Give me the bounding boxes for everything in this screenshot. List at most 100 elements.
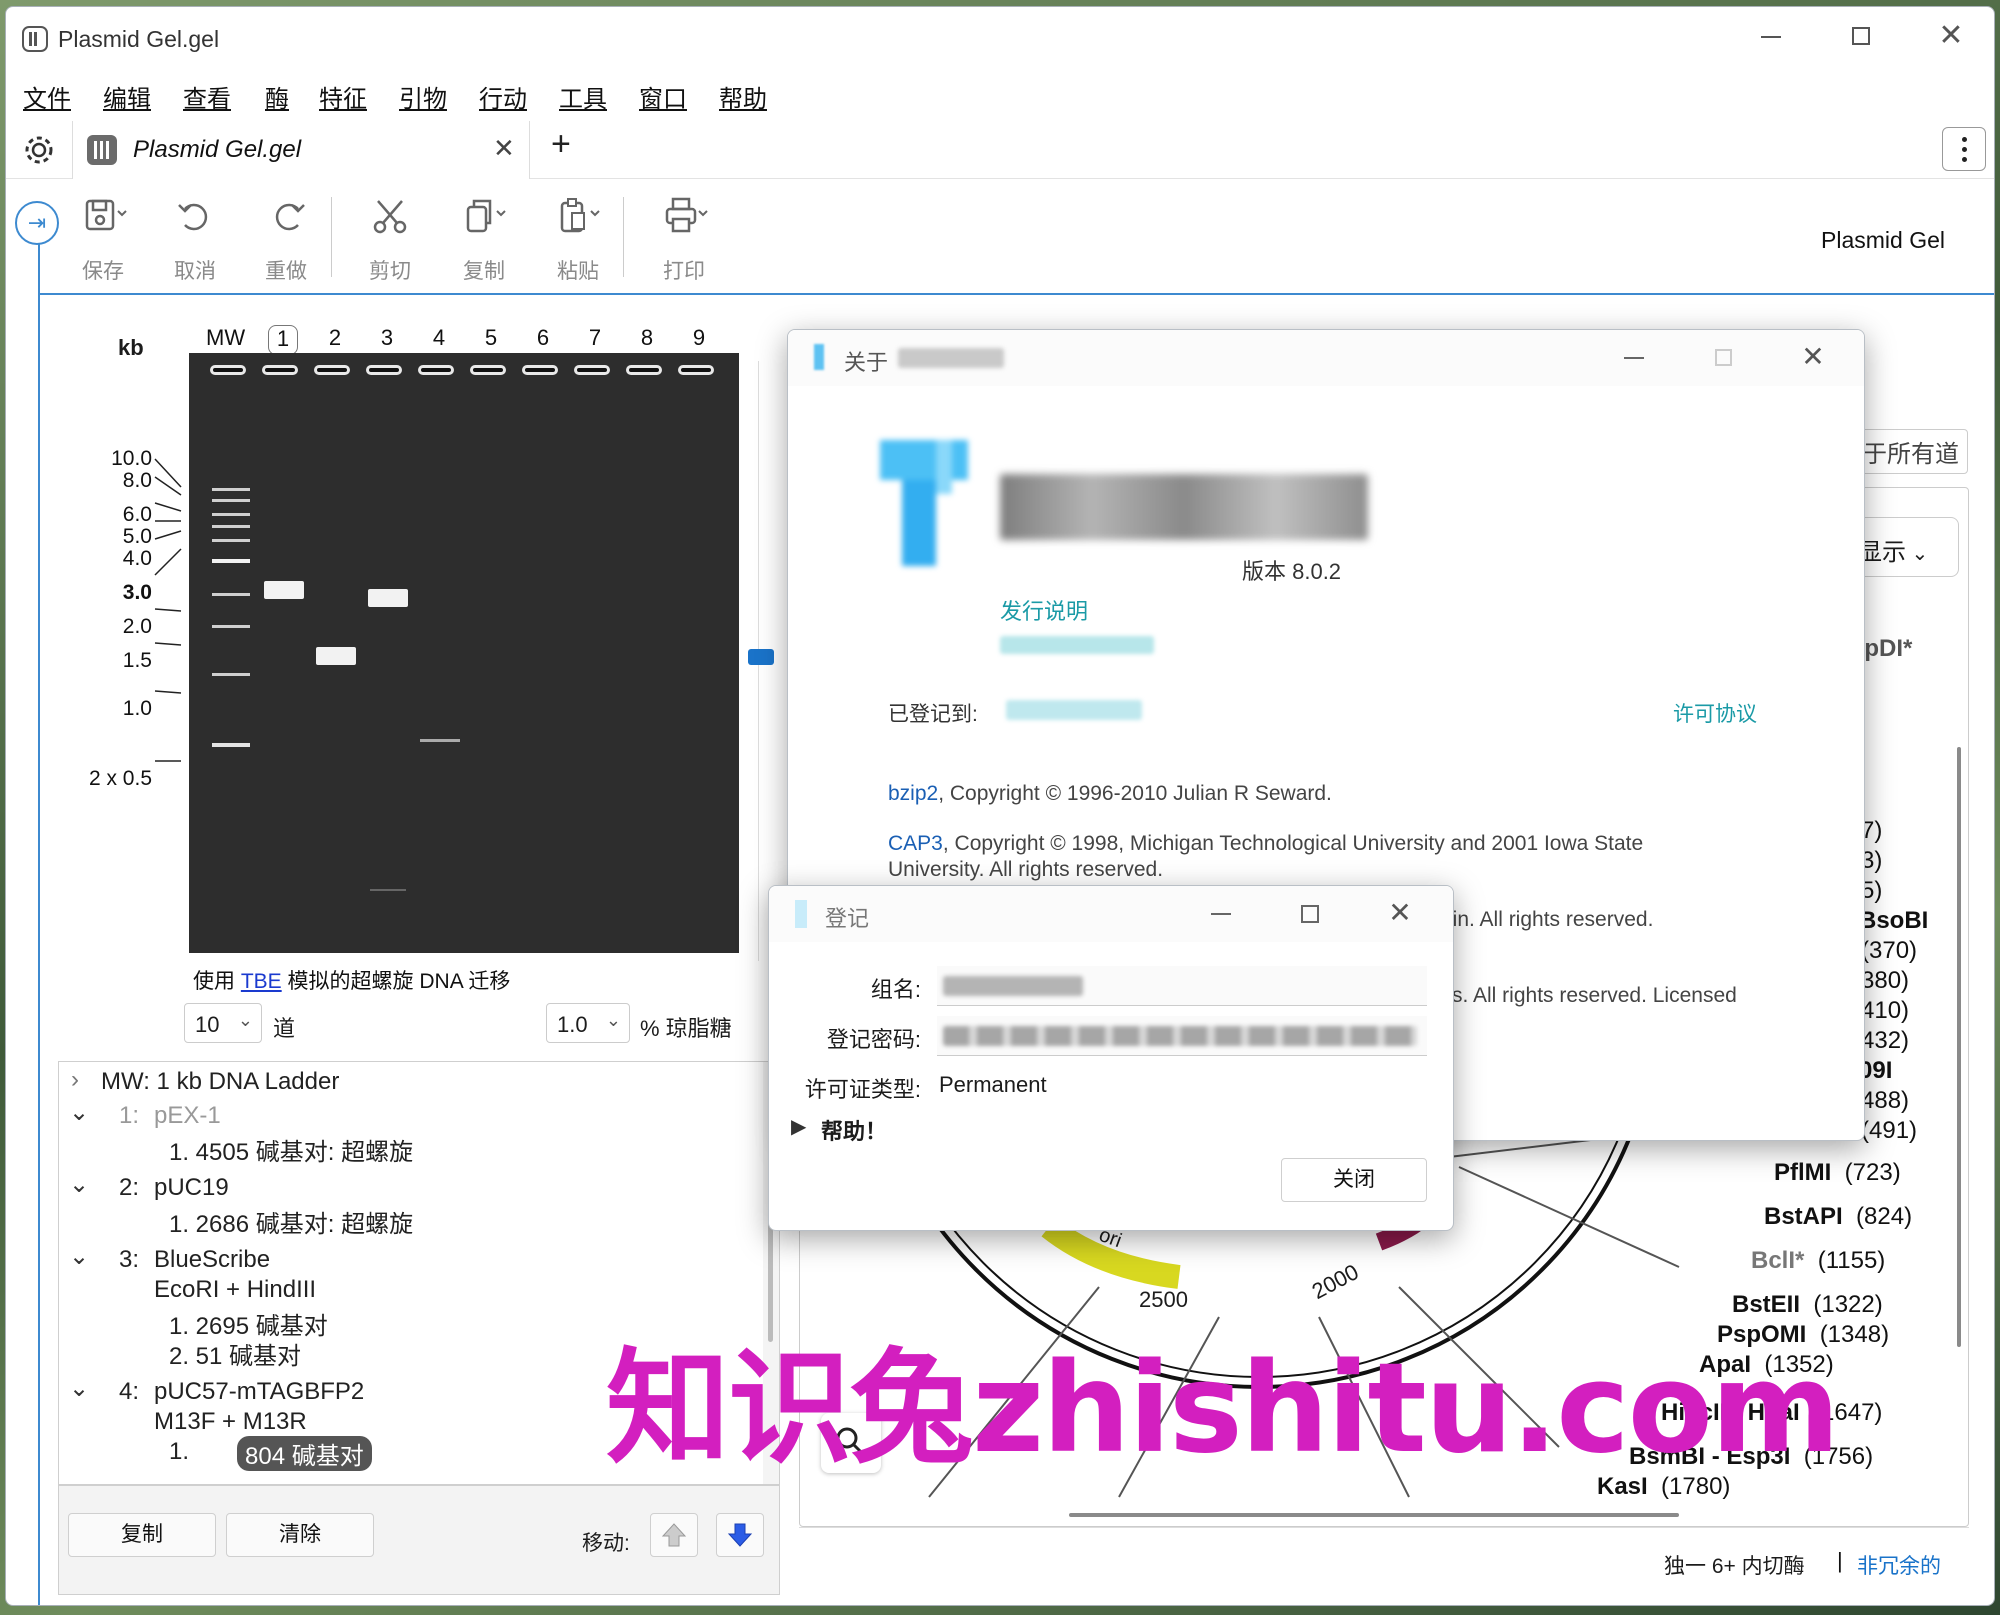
ladder-band (212, 625, 250, 628)
minimize-button[interactable] (1205, 902, 1235, 926)
save-icon (85, 199, 127, 231)
collapse-icon[interactable]: ⌄ (69, 1374, 89, 1403)
minimize-button[interactable] (1618, 346, 1648, 370)
minimize-button[interactable] (1751, 21, 1791, 51)
ladder-band (212, 513, 250, 516)
app-icon (795, 900, 807, 928)
lane-header-6[interactable]: 6 (528, 325, 558, 351)
menu-features[interactable]: 特征 (319, 79, 367, 114)
register-close-icon[interactable]: ✕ (1385, 896, 1415, 928)
expand-icon[interactable]: › (71, 1066, 79, 1094)
cap3-link[interactable]: CAP3 (888, 832, 943, 855)
password-input[interactable] (937, 1016, 1427, 1056)
lane-4-fragment-selected[interactable]: 804 碱基对 (237, 1436, 372, 1471)
agarose-unit: % 琼脂糖 (640, 1016, 732, 1041)
ladder-label: 6.0 (122, 503, 152, 526)
tab-close-icon[interactable]: ✕ (493, 133, 515, 164)
copy-button[interactable]: 复制 (442, 193, 526, 289)
redo-button[interactable]: 重做 (244, 193, 328, 289)
print-button[interactable]: 打印 (642, 193, 726, 289)
menu-edit[interactable]: 编辑 (103, 79, 151, 114)
help-toggle[interactable]: 帮助！ (821, 1114, 887, 1146)
bzip2-link[interactable]: bzip2 (888, 782, 938, 805)
lanes-select[interactable]: 10 ⌄ (184, 1003, 262, 1043)
about-close-icon[interactable]: ✕ (1798, 340, 1828, 372)
lane-2-name[interactable]: pUC19 (154, 1174, 229, 1202)
arrow-down-icon (727, 1523, 753, 1547)
lane-header-8[interactable]: 8 (632, 325, 662, 351)
undo-button[interactable]: 取消 (153, 193, 237, 289)
collapse-icon[interactable]: ⌄ (69, 1170, 89, 1199)
more-options-button[interactable] (1942, 127, 1986, 171)
copy-lane-button[interactable]: 复制 (68, 1513, 216, 1557)
gear-icon[interactable] (22, 133, 56, 167)
chevron-down-icon: ⌄ (605, 1010, 621, 1030)
ladder-band (212, 673, 250, 676)
lane-header-5[interactable]: 5 (476, 325, 506, 351)
cut-button[interactable]: 剪切 (348, 193, 432, 289)
ladder-band (212, 743, 250, 747)
lane-4-name[interactable]: pUC57-mTAGBFP2 (154, 1378, 364, 1406)
kb-label: kb (118, 335, 144, 360)
enzyme-site[interactable]: BstAPI (824) (1764, 1203, 1912, 1231)
menu-actions[interactable]: 行动 (479, 79, 527, 114)
agarose-select[interactable]: 1.0 ⌄ (546, 1003, 630, 1043)
collapse-icon[interactable]: ⌄ (69, 1098, 89, 1127)
save-button[interactable]: 保存 (61, 193, 145, 289)
license-agreement-link[interactable]: 许可协议 (1673, 698, 1757, 728)
expand-icon[interactable]: ▶ (791, 1114, 806, 1139)
move-down-button[interactable] (716, 1513, 764, 1557)
clear-lane-button[interactable]: 清除 (226, 1513, 374, 1557)
new-tab-button[interactable]: + (551, 125, 571, 164)
lane-header-4[interactable]: 4 (424, 325, 454, 351)
menu-tools[interactable]: 工具 (559, 79, 607, 114)
menu-primers[interactable]: 引物 (399, 79, 447, 114)
lane-1-name[interactable]: pEX-1 (154, 1102, 221, 1130)
menu-view[interactable]: 查看 (183, 79, 231, 114)
paste-button[interactable]: 粘贴 (536, 193, 620, 289)
menu-file[interactable]: 文件 (23, 79, 71, 114)
enzyme-site[interactable]: BclI* (1155) (1751, 1247, 1885, 1275)
map-hscrollbar[interactable] (1069, 1513, 1679, 1517)
credit-cap3: CAP3, Copyright © 1998, Michigan Technol… (888, 832, 1644, 855)
tbe-link[interactable]: TBE (241, 970, 282, 993)
tab-plasmid-gel[interactable]: Plasmid Gel.gel ✕ (72, 121, 530, 179)
maximize-button[interactable] (1295, 902, 1325, 926)
lanes-unit: 道 (273, 1016, 296, 1041)
close-button[interactable]: 关闭 (1281, 1158, 1427, 1202)
apply-all-lanes-button[interactable]: 于所有道 (1854, 429, 1968, 474)
scissors-icon (373, 200, 407, 234)
splitter-handle[interactable] (748, 649, 774, 665)
sidebar-toggle-icon[interactable]: ⇥ (15, 201, 59, 245)
non-redundant-link[interactable]: 非冗余的 (1857, 1550, 1941, 1580)
release-notes-link[interactable]: 发行说明 (1000, 594, 1088, 626)
menu-window[interactable]: 窗口 (639, 79, 687, 114)
password-label: 登记密码: (826, 1027, 921, 1052)
arrow-up-icon (661, 1523, 687, 1547)
lane-header-2[interactable]: 2 (320, 325, 350, 351)
lane-header-mw[interactable]: MW (206, 325, 245, 351)
gel-well (366, 365, 402, 375)
ladder-band (212, 499, 250, 502)
lane-3-name[interactable]: BlueScribe (154, 1246, 270, 1274)
lane-header-9[interactable]: 9 (684, 325, 714, 351)
gel-image[interactable] (189, 353, 739, 953)
map-footer: 独一 6+ 内切酶 | 非冗余的 (799, 1527, 1969, 1597)
move-up-button[interactable] (650, 1513, 698, 1557)
lane-header-3[interactable]: 3 (372, 325, 402, 351)
group-input[interactable] (937, 966, 1427, 1006)
enzyme-site[interactable]: PflMI (723) (1774, 1159, 1901, 1187)
lane-header-7[interactable]: 7 (580, 325, 610, 351)
lane-mw[interactable]: MW: 1 kb DNA Ladder (101, 1068, 339, 1096)
gel-well (574, 365, 610, 375)
undo-icon (178, 203, 208, 231)
collapse-icon[interactable]: ⌄ (69, 1242, 89, 1271)
close-window-button[interactable]: ✕ (1931, 21, 1971, 51)
maximize-button[interactable] (1841, 21, 1881, 51)
lane-2-fragment: 1. 2686 碱基对: 超螺旋 (169, 1211, 414, 1238)
menu-help[interactable]: 帮助 (719, 79, 767, 114)
app-window: Plasmid Gel.gel ✕ 文件 编辑 查看 酶 特征 引物 行动 工具… (5, 6, 1995, 1606)
lane-header-1[interactable]: 1 (268, 325, 298, 355)
menu-enzymes[interactable]: 酶 (265, 79, 289, 114)
credit-bzip2: bzip2, Copyright © 1996-2010 Julian R Se… (888, 782, 1332, 805)
